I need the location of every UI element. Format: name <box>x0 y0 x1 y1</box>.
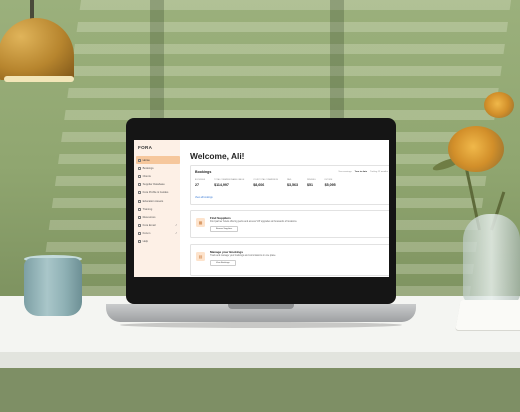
sidebar-item-label: Training <box>142 207 153 211</box>
stat-value: $114,997 <box>214 182 229 187</box>
stat-value: $8,606 <box>253 182 265 187</box>
glass-vase <box>463 214 520 304</box>
forum-icon <box>138 232 141 236</box>
stats-row: BOOKINGS 27 TOTAL COMMISSIONABLE VALUE $… <box>195 179 345 187</box>
stat-label: TOTAL COMMISSIONABLE VALUE <box>214 179 245 181</box>
training-icon <box>138 207 141 211</box>
period-trailing[interactable]: Trailing 12 months <box>370 171 388 173</box>
view-bookings-button[interactable]: View Bookings <box>210 260 236 266</box>
stat-label: BOOKINGS <box>195 179 206 181</box>
protea-flower <box>484 92 514 118</box>
stat-label: FUTURE <box>324 179 333 181</box>
lamp-rim <box>4 76 74 82</box>
sidebar-item-label: Fora Profile & Guides <box>142 191 169 195</box>
desk-edge <box>0 352 520 368</box>
stat-value: $5,095 <box>324 182 336 187</box>
browse-suppliers-button[interactable]: Browse Suppliers <box>210 226 239 232</box>
external-link-icon: ↗ <box>174 232 177 236</box>
sidebar-item-training[interactable]: Training <box>136 205 180 213</box>
bookings-title: Bookings <box>195 170 212 174</box>
promo-title: Find Suppliers <box>210 216 231 220</box>
stat-value: $3,563 <box>287 182 299 187</box>
stat-commissionable: TOTAL COMMISSIONABLE VALUE $114,997 <box>214 179 244 187</box>
resources-icon <box>138 215 141 219</box>
period-prefix: Your earnings <box>338 171 352 173</box>
laptop-shadow <box>120 322 402 328</box>
photo-scene: FORA Home Bookings Clients Supplier Data… <box>0 0 520 412</box>
mail-icon <box>138 224 141 228</box>
stat-label: YOUR TOTAL COMMISSION <box>253 179 279 181</box>
promo-desc: Track and manage your bookings and commi… <box>210 255 277 257</box>
sidebar-item-label: Home <box>142 158 150 162</box>
sidebar-item-label: Supplier Database <box>142 183 165 187</box>
sidebar-item-education-assets[interactable]: Education Assets <box>136 197 180 205</box>
stat-label: PAID <box>287 179 292 181</box>
notebook <box>455 300 520 330</box>
sidebar-item-label: Help <box>142 240 149 244</box>
sidebar-item-label: Forum <box>142 232 151 236</box>
sidebar-item-forum[interactable]: Forum ↗ <box>136 230 180 238</box>
external-link-icon: ↗ <box>174 224 177 228</box>
profile-icon <box>138 191 141 195</box>
users-icon <box>138 174 141 178</box>
stat-pending: PENDING $51 <box>307 179 316 187</box>
stat-label: PENDING <box>307 179 316 181</box>
stat-paid: PAID $3,563 <box>287 179 298 187</box>
stat-bookings: BOOKINGS 27 <box>195 179 205 187</box>
bookings-icon: ▤ <box>196 252 205 261</box>
stat-value: $51 <box>307 182 314 187</box>
building-icon: ▦ <box>196 218 205 227</box>
app-logo[interactable]: FORA <box>138 145 152 150</box>
sidebar-item-fora-email[interactable]: Fora Email ↗ <box>136 222 180 230</box>
sidebar-item-profile-guides[interactable]: Fora Profile & Guides <box>136 189 180 197</box>
sidebar-item-label: Bookings <box>142 166 154 170</box>
calendar-icon <box>138 166 141 170</box>
laptop-screen: FORA Home Bookings Clients Supplier Data… <box>134 140 389 277</box>
sidebar-item-label: Clients <box>142 174 151 178</box>
sidebar-item-label: Fora Email <box>142 224 156 228</box>
bookings-card: Bookings Your earnings Year to date Trai… <box>190 165 389 205</box>
sidebar-item-resources[interactable]: Resources <box>136 213 180 221</box>
sidebar: FORA Home Bookings Clients Supplier Data… <box>134 140 180 277</box>
sidebar-item-label: Resources <box>142 215 156 219</box>
sidebar-item-bookings[interactable]: Bookings <box>136 164 180 172</box>
view-all-bookings-link[interactable]: View all bookings <box>195 197 213 199</box>
sidebar-item-clients[interactable]: Clients <box>136 172 180 180</box>
home-icon <box>138 158 141 162</box>
stat-future: FUTURE $5,095 <box>325 179 336 187</box>
protea-flower <box>448 126 504 172</box>
database-icon <box>138 183 141 187</box>
ceramic-cup <box>24 258 82 316</box>
promo-desc: Find partner hotels offering perks and a… <box>210 221 298 223</box>
page-title: Welcome, Ali! <box>190 151 245 161</box>
sidebar-item-home[interactable]: Home <box>136 156 180 165</box>
laptop-notch <box>228 304 294 309</box>
desk-front <box>0 368 520 412</box>
promo-title: Manage your Bookings <box>210 250 244 254</box>
help-icon <box>138 240 141 244</box>
book-icon <box>138 199 141 203</box>
period-toggle: Your earnings Year to date Trailing 12 m… <box>338 171 388 173</box>
period-ytd[interactable]: Year to date <box>355 171 367 173</box>
stat-value: 27 <box>195 182 199 187</box>
pendant-lamp <box>0 18 74 80</box>
find-suppliers-card: ▦ Find Suppliers Find partner hotels off… <box>190 210 389 238</box>
sidebar-item-help[interactable]: Help <box>136 238 180 246</box>
sidebar-item-label: Education Assets <box>142 199 164 203</box>
sidebar-item-supplier-database[interactable]: Supplier Database <box>136 181 180 189</box>
stat-commission: YOUR TOTAL COMMISSION $8,606 <box>253 179 278 187</box>
main-content: Welcome, Ali! Bookings Your earnings Yea… <box>184 140 389 277</box>
manage-bookings-card: ▤ Manage your Bookings Track and manage … <box>190 244 389 276</box>
sidebar-nav: Home Bookings Clients Supplier Database … <box>136 156 180 246</box>
